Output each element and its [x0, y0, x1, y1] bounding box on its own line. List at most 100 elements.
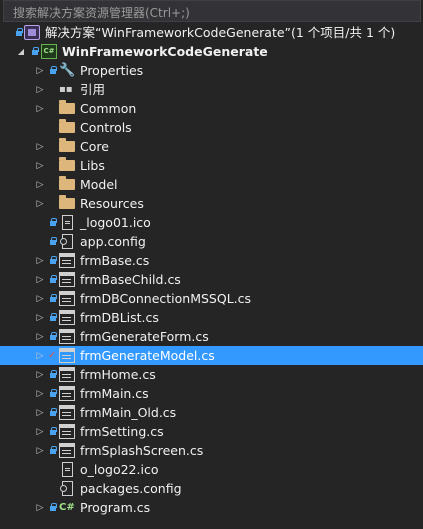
tree-row-item[interactable]: 🔧 Properties	[0, 61, 423, 80]
tree-row-item[interactable]: frmBase.cs	[0, 251, 423, 270]
expand-arrow-icon[interactable]	[35, 80, 45, 99]
search-input[interactable]: 搜索解决方案资源管理器(Ctrl+;)	[3, 0, 421, 22]
item-label: frmMain.cs	[80, 386, 149, 401]
lock-icon	[50, 218, 57, 226]
tree-row-item[interactable]: frmHome.cs	[0, 365, 423, 384]
form-icon	[59, 272, 75, 287]
csharp-file-icon: C#	[59, 502, 75, 513]
folder-icon	[59, 119, 75, 133]
ico-file-icon	[62, 215, 73, 230]
expand-arrow-icon[interactable]	[35, 61, 45, 80]
tree-row-item[interactable]: ✓ frmGenerateModel.cs	[0, 346, 423, 365]
references-icon: ▪▪	[59, 84, 73, 95]
checked-out-icon: ✓	[48, 350, 57, 361]
item-label: Core	[80, 139, 109, 154]
expand-arrow-icon[interactable]	[35, 175, 45, 194]
tree-row-item[interactable]: app.config	[0, 232, 423, 251]
expand-arrow-icon[interactable]	[35, 289, 45, 308]
wrench-icon: 🔧	[59, 63, 76, 78]
expand-arrow-icon[interactable]	[35, 308, 45, 327]
expand-arrow-icon[interactable]	[35, 384, 45, 403]
tree-row-item[interactable]: o_logo22.ico	[0, 460, 423, 479]
item-label: frmSetting.cs	[80, 424, 164, 439]
tree-row-item[interactable]: Core	[0, 137, 423, 156]
tree-row-item[interactable]: Resources	[0, 194, 423, 213]
tree-row-item[interactable]: frmDBConnectionMSSQL.cs	[0, 289, 423, 308]
tree-row-item[interactable]: frmGenerateForm.cs	[0, 327, 423, 346]
form-icon	[59, 310, 75, 325]
lock-icon	[50, 427, 57, 435]
project-label: WinFrameworkCodeGenerate	[62, 44, 268, 59]
tree-row-item[interactable]: ▪▪ 引用	[0, 80, 423, 99]
lock-icon	[50, 294, 57, 302]
form-icon	[59, 424, 75, 439]
form-icon	[59, 329, 75, 344]
tree-row-item[interactable]: Model	[0, 175, 423, 194]
tree-row-item[interactable]: frmBaseChild.cs	[0, 270, 423, 289]
item-label: frmSplashScreen.cs	[80, 443, 204, 458]
form-icon	[59, 348, 75, 363]
expand-arrow-icon[interactable]	[35, 327, 45, 346]
item-label: Program.cs	[80, 500, 151, 515]
tree-row-item[interactable]: C# Program.cs	[0, 498, 423, 517]
lock-icon	[16, 28, 23, 36]
config-file-icon	[60, 481, 73, 496]
config-file-icon	[60, 234, 73, 249]
expand-arrow-icon[interactable]	[35, 156, 45, 175]
item-label: Libs	[80, 158, 105, 173]
expand-arrow-icon[interactable]	[35, 441, 45, 460]
tree-row-item[interactable]: frmMain_Old.cs	[0, 403, 423, 422]
csharp-project-icon: C#	[41, 44, 57, 59]
folder-icon	[59, 138, 75, 152]
expand-arrow-icon[interactable]	[35, 498, 45, 517]
expand-arrow-icon[interactable]	[35, 251, 45, 270]
folder-icon	[59, 176, 75, 190]
tree-row-item[interactable]: frmSplashScreen.cs	[0, 441, 423, 460]
item-label: frmGenerateForm.cs	[80, 329, 209, 344]
item-label: Common	[80, 101, 137, 116]
project-items: 🔧 Properties ▪▪ 引用 Common Controls Core Libs Mod…	[0, 61, 423, 517]
form-icon	[59, 367, 75, 382]
expand-arrow-icon[interactable]	[35, 346, 45, 365]
form-icon	[59, 443, 75, 458]
folder-icon	[59, 195, 75, 209]
expand-arrow-icon[interactable]	[35, 270, 45, 289]
item-label: frmDBList.cs	[80, 310, 159, 325]
lock-icon	[50, 503, 57, 511]
expand-arrow-icon[interactable]	[35, 365, 45, 384]
item-label: Resources	[80, 196, 144, 211]
expand-arrow-icon[interactable]	[35, 422, 45, 441]
expand-arrow-icon[interactable]	[35, 403, 45, 422]
expand-arrow-icon[interactable]	[35, 137, 45, 156]
tree-row-item[interactable]: Libs	[0, 156, 423, 175]
lock-icon	[32, 47, 39, 55]
form-icon	[59, 291, 75, 306]
solution-label: 解决方案“WinFrameworkCodeGenerate”(1 个项目/共 1…	[45, 25, 396, 40]
tree-row-item[interactable]: Controls	[0, 118, 423, 137]
tree-row-item[interactable]: Common	[0, 99, 423, 118]
tree-row-project[interactable]: C# WinFrameworkCodeGenerate	[0, 42, 423, 61]
expand-arrow-icon[interactable]	[16, 42, 26, 61]
tree-row-item[interactable]: frmSetting.cs	[0, 422, 423, 441]
item-label: app.config	[80, 234, 146, 249]
lock-icon	[50, 237, 57, 245]
tree-row-solution[interactable]: 解决方案“WinFrameworkCodeGenerate”(1 个项目/共 1…	[0, 23, 423, 42]
tree-row-item[interactable]: _logo01.ico	[0, 213, 423, 232]
expand-arrow-icon[interactable]	[35, 194, 45, 213]
tree-row-item[interactable]: frmDBList.cs	[0, 308, 423, 327]
expand-arrow-icon[interactable]	[35, 99, 45, 118]
tree-row-item[interactable]: frmMain.cs	[0, 384, 423, 403]
item-label: packages.config	[80, 481, 182, 496]
tree-row-item[interactable]: packages.config	[0, 479, 423, 498]
lock-icon	[50, 66, 57, 74]
lock-icon	[50, 332, 57, 340]
lock-icon	[50, 446, 57, 454]
item-label: frmDBConnectionMSSQL.cs	[80, 291, 252, 306]
folder-icon	[59, 100, 75, 114]
item-label: 引用	[80, 82, 106, 97]
solution-icon	[24, 25, 40, 40]
lock-icon	[50, 313, 57, 321]
item-label: frmBaseChild.cs	[80, 272, 181, 287]
form-icon	[59, 253, 75, 268]
lock-icon	[50, 275, 57, 283]
